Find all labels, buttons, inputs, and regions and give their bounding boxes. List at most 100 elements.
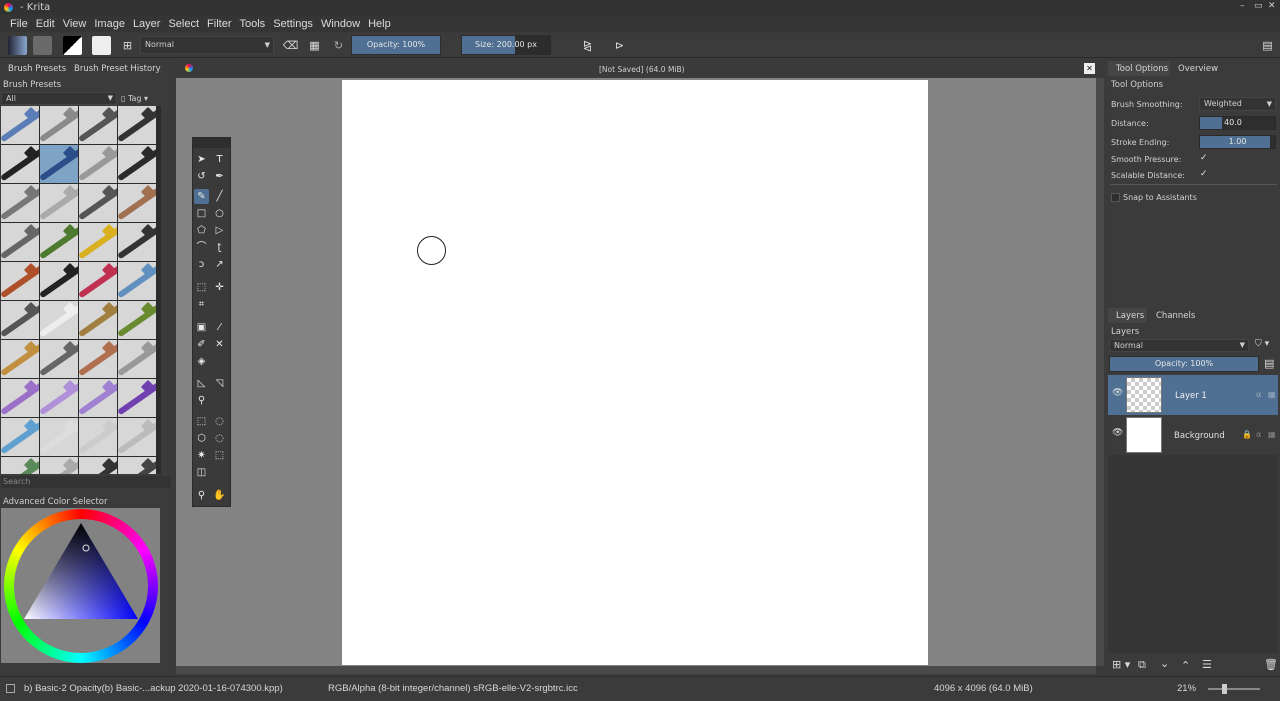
layer-opacity-slider[interactable]: Opacity: 100% xyxy=(1109,356,1259,372)
brush-preset-item[interactable] xyxy=(79,340,117,378)
brush-preset-item[interactable] xyxy=(118,106,156,144)
brush-preset-item[interactable] xyxy=(40,340,78,378)
freehand-path-icon[interactable]: ʈ xyxy=(212,240,227,255)
polygon-tool-icon[interactable]: ⬠ xyxy=(194,223,209,238)
brush-search-input[interactable]: Search xyxy=(1,476,171,488)
magic-wand-icon[interactable]: ✷ xyxy=(194,448,209,463)
brush-preset-item[interactable] xyxy=(79,223,117,261)
tab-brush-presets[interactable]: Brush Presets xyxy=(8,64,66,74)
menu-settings[interactable]: Settings xyxy=(269,18,317,30)
menu-help[interactable]: Help xyxy=(364,18,395,30)
snap-assistants-checkbox[interactable] xyxy=(1111,193,1120,202)
ellipse-select-icon[interactable]: ◌ xyxy=(212,414,227,429)
layer-name[interactable]: Layer 1 xyxy=(1175,391,1207,401)
brush-preset-item[interactable] xyxy=(40,301,78,339)
menu-select[interactable]: Select xyxy=(164,18,203,30)
brush-preset-item[interactable] xyxy=(79,145,117,183)
tab-brush-preset-history[interactable]: Brush Preset History xyxy=(74,64,161,74)
brush-preset-item[interactable] xyxy=(118,379,156,417)
color-picker-icon[interactable]: ⁄ xyxy=(212,320,227,335)
eye-icon[interactable]: 👁 xyxy=(1112,388,1123,398)
measure-tool-icon[interactable]: ◹ xyxy=(212,376,227,391)
layer-name[interactable]: Background xyxy=(1174,431,1225,441)
stroke-ending-spinbox[interactable]: 1.00 xyxy=(1199,135,1276,149)
bezier-tool-icon[interactable]: ⌒ xyxy=(194,240,209,255)
saturation-value-triangle[interactable] xyxy=(4,509,158,663)
layer-row-layer-1[interactable]: 👁 Layer 1 α ▦ xyxy=(1108,375,1278,415)
pattern-swatch[interactable] xyxy=(33,36,52,55)
brush-preset-item[interactable] xyxy=(40,106,78,144)
brush-preset-item[interactable] xyxy=(1,106,39,144)
brush-smoothing-select[interactable]: Weighted ▼ xyxy=(1199,97,1276,111)
pan-tool-icon[interactable]: ✋ xyxy=(212,488,227,503)
brush-preset-item[interactable] xyxy=(1,457,39,474)
eraser-icon[interactable]: ⌫ xyxy=(281,36,300,55)
brush-preset-item[interactable] xyxy=(1,301,39,339)
brush-preset-item[interactable] xyxy=(79,301,117,339)
text-tool-icon[interactable]: T xyxy=(212,152,227,167)
brush-preset-item[interactable] xyxy=(1,145,39,183)
move-layer-down-icon[interactable]: ⌄ xyxy=(1160,657,1169,670)
menu-view[interactable]: View xyxy=(59,18,91,30)
brush-preset-item[interactable] xyxy=(79,379,117,417)
polyline-tool-icon[interactable]: ▷ xyxy=(212,223,227,238)
reference-pin-icon[interactable]: ⚲ xyxy=(194,393,209,408)
brush-preset-item[interactable] xyxy=(40,457,78,474)
alpha-lock-icon[interactable]: α xyxy=(1256,430,1261,439)
blend-mode-select[interactable]: Normal ▼ xyxy=(140,36,274,54)
brush-preset-item[interactable] xyxy=(118,184,156,222)
menu-layer[interactable]: Layer xyxy=(129,18,165,30)
move-layer-up-icon[interactable]: ⌃ xyxy=(1181,659,1190,672)
brush-filter-select[interactable]: All ▼ xyxy=(1,92,117,105)
brush-preset-item[interactable] xyxy=(40,145,78,183)
distance-spinbox[interactable]: 40.0 xyxy=(1199,116,1276,130)
freehand-brush-icon[interactable]: ✎ xyxy=(194,189,209,204)
vertical-scrollbar[interactable] xyxy=(1096,78,1104,666)
menu-window[interactable]: Window xyxy=(317,18,364,30)
gradient-swatch[interactable] xyxy=(8,36,27,55)
brush-preset-item[interactable] xyxy=(1,379,39,417)
fill-tool-icon[interactable]: ✕ xyxy=(212,337,227,352)
settings-icon[interactable]: ▤ xyxy=(1258,36,1277,55)
bezier-select-icon[interactable]: ◫ xyxy=(194,465,209,480)
brush-preset-item[interactable] xyxy=(118,457,156,474)
brush-preset-item[interactable] xyxy=(40,418,78,456)
rect-select-icon[interactable]: ⬚ xyxy=(194,414,209,429)
size-slider[interactable]: Size: 200.00 px xyxy=(461,35,551,55)
brush-icon[interactable] xyxy=(6,684,15,693)
menu-file[interactable]: File xyxy=(6,18,32,30)
brush-preset-item[interactable] xyxy=(1,418,39,456)
delete-layer-icon[interactable]: 🗑 xyxy=(1264,658,1278,671)
multibrush-icon[interactable]: ↗ xyxy=(212,257,227,272)
dynamic-brush-icon[interactable]: ↄ xyxy=(194,257,209,272)
layer-settings-icon[interactable]: ☰ xyxy=(1202,658,1212,671)
layer-blend-mode-select[interactable]: Normal ▼ xyxy=(1109,339,1249,352)
close-button[interactable]: ✕ xyxy=(1268,1,1276,11)
freehand-select-icon[interactable]: ◌ xyxy=(212,431,227,446)
tag-button[interactable]: ▯ Tag ▾ xyxy=(121,94,148,103)
menu-tools[interactable]: Tools xyxy=(236,18,270,30)
maximize-button[interactable]: ▭ xyxy=(1254,1,1263,11)
horizontal-scrollbar[interactable] xyxy=(176,666,1096,674)
polygon-select-icon[interactable]: ⬡ xyxy=(194,431,209,446)
alpha-lock-icon[interactable]: ▦ xyxy=(305,36,324,55)
crop-tool-icon[interactable]: ⌗ xyxy=(194,297,209,312)
close-document-icon[interactable]: ✕ xyxy=(1084,63,1095,74)
tab-layers[interactable]: Layers xyxy=(1116,311,1144,321)
brush-preset-item[interactable] xyxy=(40,379,78,417)
menu-image[interactable]: Image xyxy=(90,18,129,30)
eye-icon[interactable]: 👁 xyxy=(1112,428,1123,438)
document-title[interactable]: [Not Saved] (64.0 MiB) xyxy=(599,65,685,74)
zoom-slider-handle[interactable] xyxy=(1222,684,1227,694)
smart-patch-icon[interactable]: ✐ xyxy=(194,337,209,352)
brush-preset-item[interactable] xyxy=(79,418,117,456)
menu-edit[interactable]: Edit xyxy=(32,18,59,30)
brush-preset-item[interactable] xyxy=(79,457,117,474)
zoom-tool-icon[interactable]: ⚲ xyxy=(194,488,209,503)
brush-preset-item[interactable] xyxy=(118,145,156,183)
add-layer-icon[interactable]: ⊞ ▾ xyxy=(1112,658,1130,671)
brush-preset-item[interactable] xyxy=(40,184,78,222)
menu-filter[interactable]: Filter xyxy=(203,18,235,30)
brush-preset-item[interactable] xyxy=(1,262,39,300)
transform-tool-icon[interactable]: ⬚ xyxy=(194,280,209,295)
